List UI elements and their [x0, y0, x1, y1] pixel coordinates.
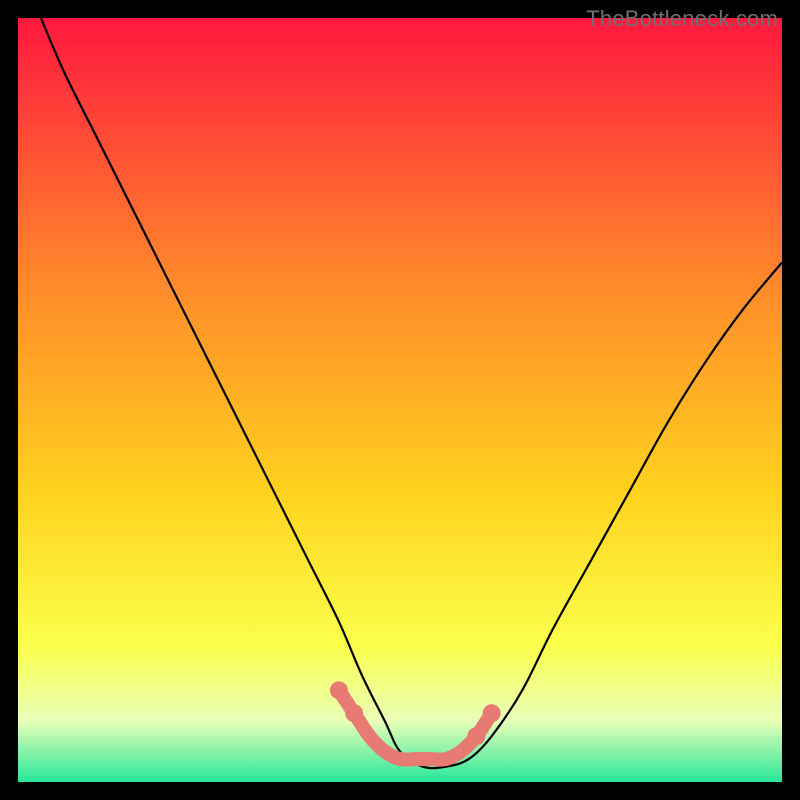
marker-dot — [439, 752, 453, 766]
watermark-text: TheBottleneck.com — [586, 6, 778, 32]
bottleneck-chart — [0, 0, 800, 800]
marker-dot — [408, 752, 422, 766]
marker-dot — [393, 752, 407, 766]
marker-dot — [330, 681, 348, 699]
marker-dot — [345, 704, 363, 722]
marker-dot — [362, 729, 376, 743]
marker-dot — [424, 752, 438, 766]
marker-dot — [467, 727, 485, 745]
chart-background — [18, 18, 782, 782]
marker-dot — [454, 744, 468, 758]
marker-dot — [483, 704, 501, 722]
marker-dot — [378, 744, 392, 758]
